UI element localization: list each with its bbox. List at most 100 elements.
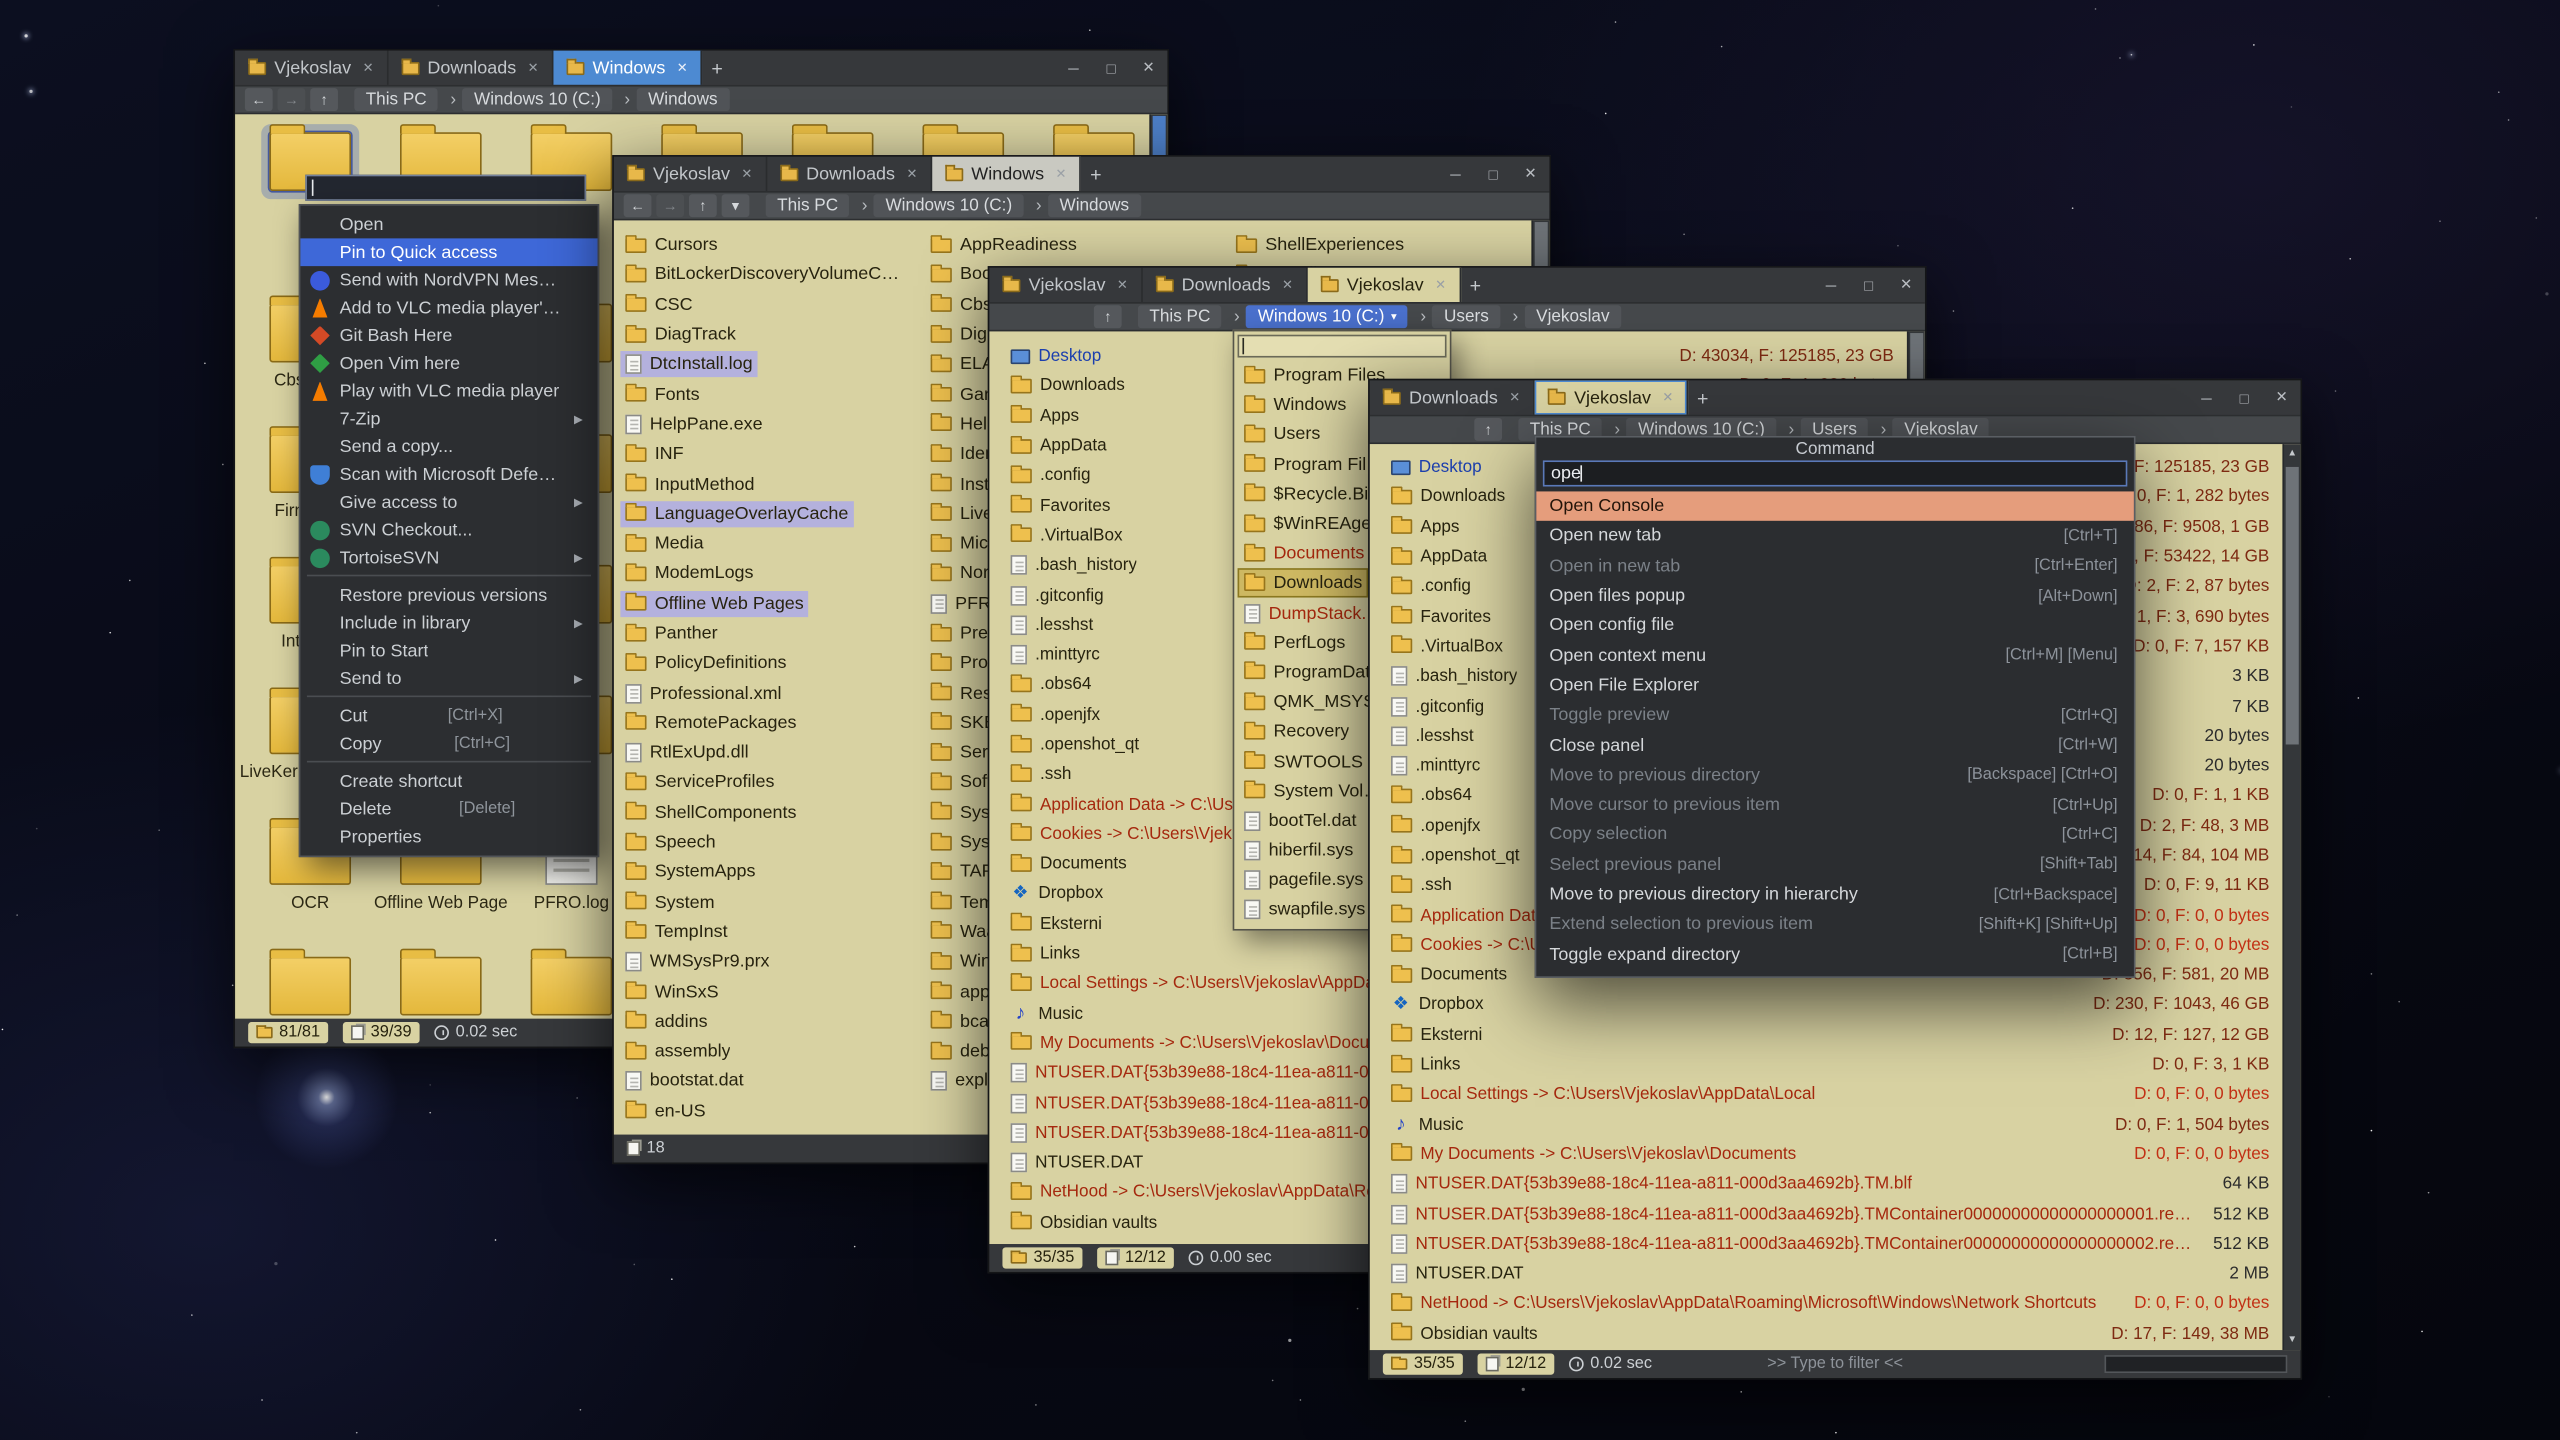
- maximize-button[interactable]: □: [2225, 380, 2263, 414]
- file-row[interactable]: InputMethod: [614, 469, 919, 499]
- file-row[interactable]: DropboxD: 230, F: 1043, 46 GB: [1380, 990, 2276, 1020]
- command-palette-item[interactable]: Select previous panel[Shift+Tab]: [1536, 850, 2134, 880]
- tab[interactable]: Downloads✕: [388, 51, 553, 85]
- scroll-down-icon[interactable]: [2284, 1331, 2300, 1351]
- context-menu-item[interactable]: Add to VLC media player's Playlist: [300, 294, 597, 322]
- tab-close-icon[interactable]: ✕: [1509, 390, 1520, 405]
- tab-close-icon[interactable]: ✕: [1117, 278, 1128, 293]
- file-row[interactable]: ModemLogs: [614, 559, 919, 589]
- maximize-button[interactable]: □: [1092, 51, 1130, 85]
- file-row[interactable]: EksterniD: 12, F: 127, 12 GB: [1380, 1020, 2276, 1050]
- breadcrumb-segment[interactable]: Windows: [637, 88, 729, 111]
- scrollbar[interactable]: [2282, 444, 2300, 1350]
- file-row[interactable]: en-US: [614, 1097, 919, 1127]
- titlebar[interactable]: Vjekoslav✕Downloads✕Windows✕ + ─ □ ✕: [235, 51, 1167, 85]
- filter-input[interactable]: [2104, 1355, 2287, 1373]
- file-row[interactable]: Local Settings -> C:\Users\Vjekoslav\App…: [1380, 1080, 2276, 1110]
- file-row[interactable]: Professional.xml: [614, 678, 919, 708]
- context-menu-item[interactable]: Open: [300, 211, 597, 239]
- context-menu-item[interactable]: SVN Checkout...: [300, 516, 597, 544]
- tab[interactable]: Vjekoslav✕: [614, 157, 767, 191]
- file-row[interactable]: NTUSER.DAT{53b39e88-18c4-11ea-a811-000d3…: [1380, 1229, 2276, 1259]
- new-tab-button[interactable]: +: [1688, 386, 1717, 409]
- context-menu-item[interactable]: Send a copy...: [300, 433, 597, 461]
- file-row[interactable]: ShellComponents: [614, 798, 919, 828]
- close-button[interactable]: ✕: [2263, 380, 2301, 414]
- breadcrumb-segment[interactable]: Windows: [1048, 194, 1140, 217]
- file-row[interactable]: addins: [614, 1007, 919, 1037]
- file-row[interactable]: Cursors: [614, 230, 919, 260]
- file-row[interactable]: Media: [614, 529, 919, 559]
- close-button[interactable]: ✕: [1130, 51, 1168, 85]
- file-row[interactable]: assembly: [614, 1037, 919, 1067]
- tab[interactable]: Downloads✕: [1142, 268, 1307, 302]
- tab-close-icon[interactable]: ✕: [1435, 278, 1446, 293]
- minimize-button[interactable]: ─: [1812, 268, 1850, 302]
- command-palette-item[interactable]: Move to previous directory[Backspace] [C…: [1536, 760, 2134, 790]
- tab[interactable]: Vjekoslav✕: [235, 51, 388, 85]
- file-row[interactable]: NTUSER.DAT{53b39e88-18c4-11ea-a811-000d3…: [1380, 1199, 2276, 1229]
- new-tab-button[interactable]: +: [702, 56, 731, 79]
- file-row[interactable]: WinSxS: [614, 977, 919, 1007]
- context-menu-item[interactable]: Cut[Ctrl+X]: [300, 702, 597, 730]
- file-row[interactable]: DtcInstall.log: [614, 350, 919, 380]
- tab-close-icon[interactable]: ✕: [1662, 390, 1673, 405]
- context-menu-item[interactable]: Give access to: [300, 488, 597, 516]
- file-row[interactable]: AppReadiness: [919, 230, 1224, 260]
- tab[interactable]: Downloads✕: [1370, 380, 1535, 414]
- context-menu-item[interactable]: Restore previous versions: [300, 581, 597, 609]
- nav-button[interactable]: ↑: [310, 88, 338, 111]
- file-row[interactable]: Obsidian vaultsD: 17, F: 149, 38 MB: [1380, 1319, 2276, 1349]
- tab[interactable]: Vjekoslav✕: [1535, 380, 1688, 414]
- context-menu-item[interactable]: TortoiseSVN: [300, 544, 597, 572]
- file-row[interactable]: ServiceProfiles: [614, 768, 919, 798]
- context-menu-item[interactable]: Copy[Ctrl+C]: [300, 730, 597, 758]
- file-row[interactable]: NTUSER.DAT{53b39e88-18c4-11ea-a811-000d3…: [1380, 1169, 2276, 1199]
- command-palette-item[interactable]: Move cursor to previous item[Ctrl+Up]: [1536, 790, 2134, 820]
- context-menu-item[interactable]: Create shortcut: [300, 767, 597, 795]
- file-row[interactable]: Speech: [614, 828, 919, 858]
- context-menu-item[interactable]: 7-Zip: [300, 405, 597, 433]
- nav-button[interactable]: ←: [624, 194, 652, 217]
- titlebar[interactable]: Downloads✕Vjekoslav✕ + ─ □ ✕: [1370, 380, 2301, 414]
- context-menu-item[interactable]: Pin to Quick access: [300, 238, 597, 266]
- minimize-button[interactable]: ─: [1055, 51, 1093, 85]
- file-icon-item[interactable]: Prefetch: [376, 944, 507, 1019]
- file-row[interactable]: bootstat.dat: [614, 1067, 919, 1097]
- file-row[interactable]: INF: [614, 439, 919, 469]
- breadcrumb-segment[interactable]: This PC: [766, 194, 850, 217]
- tab[interactable]: Vjekoslav✕: [989, 268, 1142, 302]
- command-palette-item[interactable]: Open files popup[Alt+Down]: [1536, 581, 2134, 611]
- nav-button[interactable]: ←: [245, 88, 273, 111]
- context-menu-item[interactable]: Git Bash Here: [300, 322, 597, 350]
- file-row[interactable]: RtlExUpd.dll: [614, 738, 919, 768]
- file-row[interactable]: NTUSER.DAT2 MB: [1380, 1259, 2276, 1289]
- tab-close-icon[interactable]: ✕: [906, 167, 917, 182]
- minimize-button[interactable]: ─: [1437, 157, 1475, 191]
- breadcrumb-segment[interactable]: This PC: [354, 88, 438, 111]
- file-row[interactable]: SystemApps: [614, 858, 919, 888]
- file-row[interactable]: PolicyDefinitions: [614, 648, 919, 678]
- command-palette-item[interactable]: Close panel[Ctrl+W]: [1536, 730, 2134, 760]
- tab-close-icon[interactable]: ✕: [741, 167, 752, 182]
- nav-button[interactable]: ↑: [1094, 305, 1122, 328]
- tab[interactable]: Downloads✕: [767, 157, 932, 191]
- nav-button[interactable]: ↑: [1474, 418, 1502, 441]
- command-palette-item[interactable]: Move to previous directory in hierarchy[…: [1536, 880, 2134, 910]
- file-row[interactable]: System: [614, 887, 919, 917]
- command-palette-item[interactable]: Extend selection to previous item[Shift+…: [1536, 910, 2134, 940]
- command-palette-input[interactable]: ope: [1543, 460, 2127, 486]
- context-menu-item[interactable]: Send to: [300, 664, 597, 692]
- titlebar[interactable]: Vjekoslav✕Downloads✕Windows✕ + ─ □ ✕: [614, 157, 1550, 191]
- nav-button[interactable]: →: [278, 88, 306, 111]
- command-palette-item[interactable]: Open config file: [1536, 611, 2134, 641]
- maximize-button[interactable]: □: [1850, 268, 1888, 302]
- file-row[interactable]: LanguageOverlayCache: [614, 499, 919, 529]
- breadcrumb-segment[interactable]: This PC: [1138, 305, 1222, 328]
- tab[interactable]: Vjekoslav✕: [1308, 268, 1461, 302]
- tab-close-icon[interactable]: ✕: [677, 60, 688, 75]
- tab[interactable]: Windows✕: [932, 157, 1081, 191]
- dropdown-filter-input[interactable]: [1238, 335, 1447, 358]
- command-palette-item[interactable]: Open in new tab[Ctrl+Enter]: [1536, 551, 2134, 581]
- new-tab-button[interactable]: +: [1461, 273, 1490, 296]
